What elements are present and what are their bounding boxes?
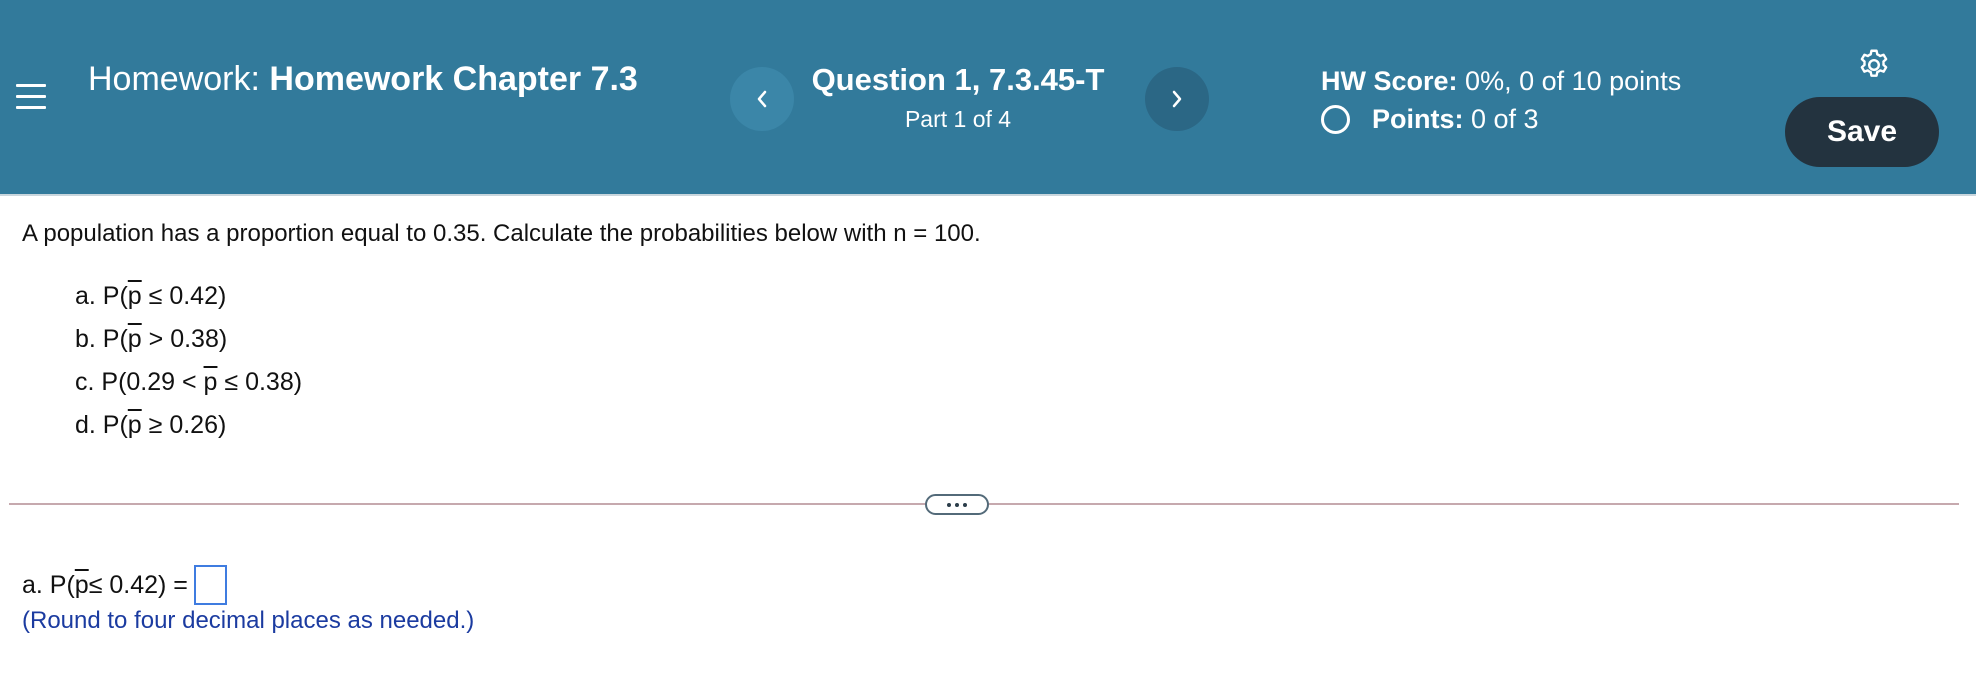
ellipsis-dot-icon	[955, 502, 959, 507]
chevron-left-icon	[757, 90, 767, 108]
question-title: Question 1, 7.3.45-T	[811, 62, 1105, 97]
question-part: Part 1 of 4	[904, 106, 1012, 132]
points-label: Points:	[1372, 104, 1464, 134]
question-points: Points: 0 of 3	[1321, 104, 1539, 135]
answer-phat: p	[74, 570, 89, 599]
points-value: 0 of 3	[1471, 104, 1539, 134]
ellipsis-dot-icon	[963, 502, 967, 507]
question-part-a: a. P(p ≤ 0.42)	[75, 282, 227, 310]
homework-title: Homework: Homework Chapter 7.3	[88, 60, 688, 98]
previous-question-button[interactable]	[730, 67, 794, 131]
answer-input[interactable]	[193, 565, 227, 605]
hw-score: HW Score: 0%, 0 of 10 points	[1321, 66, 1681, 97]
answer-suffix: ≤ 0.42) =	[88, 570, 188, 599]
question-parts-list: a. P(p ≤ 0.42) b. P(p > 0.38) c. P(0.29 …	[75, 280, 302, 452]
hw-score-label: HW Score:	[1321, 66, 1458, 96]
expand-more-button[interactable]	[925, 494, 989, 515]
answer-prefix: a. P(	[22, 570, 75, 599]
question-part-c: c. P(0.29 < p ≤ 0.38)	[75, 368, 303, 396]
question-part-d: d. P(p ≥ 0.26)	[75, 411, 227, 439]
hw-score-value: 0%, 0 of 10 points	[1465, 66, 1682, 96]
settings-gear-icon[interactable]	[1856, 47, 1892, 83]
rounding-hint: (Round to four decimal places as needed.…	[22, 607, 475, 634]
question-part-b: b. P(p > 0.38)	[75, 325, 228, 353]
menu-icon[interactable]	[16, 84, 46, 112]
save-button[interactable]: Save	[1785, 97, 1939, 167]
header-bar: Homework: Homework Chapter 7.3 Question …	[0, 0, 1976, 196]
points-status-icon	[1321, 105, 1350, 134]
next-question-button[interactable]	[1145, 67, 1209, 131]
homework-name: Homework Chapter 7.3	[269, 60, 638, 98]
ellipsis-dot-icon	[947, 502, 951, 507]
answer-row: a. P(p ≤ 0.42) =	[22, 565, 227, 605]
question-prompt: A population has a proportion equal to 0…	[22, 220, 981, 247]
chevron-right-icon	[1172, 90, 1182, 108]
homework-label: Homework:	[88, 60, 260, 98]
